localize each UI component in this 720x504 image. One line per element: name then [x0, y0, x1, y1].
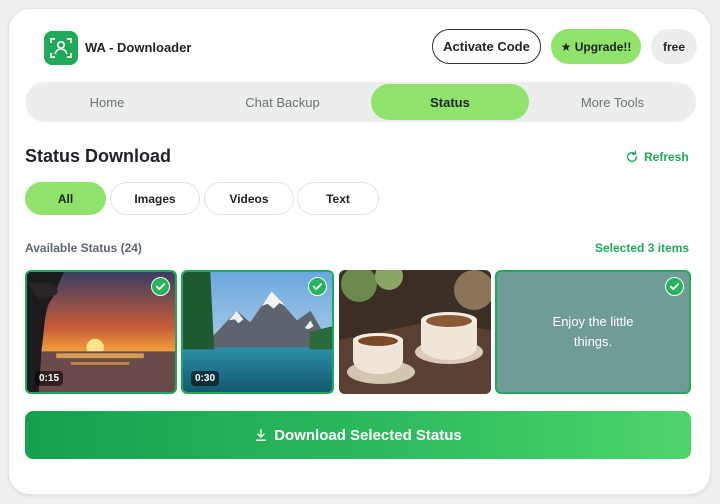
status-item-sunset[interactable]: 0:15: [25, 270, 177, 394]
video-duration: 0:15: [35, 371, 64, 386]
available-status-count: Available Status (24): [25, 241, 142, 255]
filter-all[interactable]: All: [25, 182, 106, 215]
selected-count: Selected 3 items: [595, 241, 690, 255]
filter-images[interactable]: Images: [110, 182, 200, 215]
tab-home[interactable]: Home: [37, 84, 177, 120]
tab-more-tools[interactable]: More Tools: [535, 84, 690, 120]
refresh-button[interactable]: Refresh: [625, 150, 689, 164]
text-status-content: Enjoy the little things.: [552, 314, 634, 349]
upgrade-button[interactable]: ★ Upgrade!!: [551, 29, 641, 64]
filter-text[interactable]: Text: [297, 182, 379, 215]
selected-check-icon: [665, 277, 684, 296]
download-icon: [256, 429, 267, 441]
tab-chat-backup[interactable]: Chat Backup: [200, 84, 365, 120]
face-scan-icon: [44, 31, 78, 65]
status-item-mountain[interactable]: 0:30: [181, 270, 334, 394]
app-title: WA - Downloader: [85, 40, 192, 55]
header: WA - Downloader Activate Code ★ Upgrade!…: [9, 9, 710, 87]
refresh-icon: [626, 150, 638, 163]
plan-badge: free: [651, 29, 697, 64]
app-window: WA - Downloader Activate Code ★ Upgrade!…: [8, 8, 711, 495]
refresh-label: Refresh: [644, 150, 689, 164]
page-title: Status Download: [25, 146, 172, 166]
download-label: Download Selected Status: [274, 426, 462, 444]
coffee-thumbnail: [339, 270, 491, 394]
selected-check-icon: [308, 277, 327, 296]
filter-videos[interactable]: Videos: [204, 182, 294, 215]
main-nav: Home Chat Backup Status More Tools: [25, 82, 696, 122]
status-item-coffee[interactable]: [339, 270, 491, 394]
selected-check-icon: [151, 277, 170, 296]
video-duration: 0:30: [191, 371, 220, 386]
activate-code-button[interactable]: Activate Code: [432, 29, 541, 64]
tab-status[interactable]: Status: [371, 84, 529, 120]
download-selected-button[interactable]: Download Selected Status: [25, 411, 691, 459]
status-item-text[interactable]: Enjoy the little things.: [495, 270, 691, 394]
